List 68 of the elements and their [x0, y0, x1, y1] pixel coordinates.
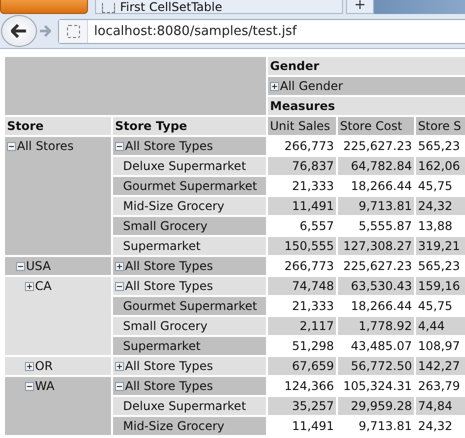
value-cell: 64,782.84 — [338, 157, 414, 175]
column-hierarchy-header: Gender — [268, 57, 465, 75]
measure-header: Unit Sales — [268, 117, 336, 135]
browser-tab[interactable]: First CellSetTable — [95, 0, 343, 14]
value-cell: 4,44 — [416, 317, 465, 335]
value-cell: 159,16 — [416, 277, 465, 295]
store-type-cell: All Store Types — [113, 277, 266, 295]
row-header: Store Type — [113, 117, 266, 135]
store-member-cell: WA — [5, 377, 111, 435]
value-cell: 35,257 — [268, 397, 336, 415]
store-type-cell: Deluxe Supermarket — [113, 157, 266, 175]
value-cell: 74,84 — [416, 397, 465, 415]
value-cell: 142,27 — [416, 357, 465, 375]
value-cell: 9,713.81 — [338, 197, 414, 215]
value-cell: 67,659 — [268, 357, 336, 375]
page-icon — [102, 3, 115, 13]
collapse-icon[interactable] — [115, 382, 124, 390]
store-type-cell: Mid-Size Grocery — [113, 197, 266, 215]
value-cell: 76,837 — [268, 157, 336, 175]
value-cell: 127,308.27 — [338, 237, 414, 255]
collapse-icon[interactable] — [25, 382, 34, 390]
address-bar[interactable]: localhost:8080/samples/test.jsf — [58, 18, 465, 44]
value-cell: 1,778.92 — [338, 317, 414, 335]
measure-header: Store Cost — [338, 117, 414, 135]
store-type-cell: Supermarket — [113, 237, 266, 255]
expand-icon[interactable] — [115, 262, 124, 270]
value-cell: 29,959.28 — [338, 397, 414, 415]
value-cell: 11,491 — [268, 197, 336, 215]
store-member-cell: OR — [5, 357, 111, 375]
store-type-cell: Small Grocery — [113, 317, 266, 335]
store-type-cell: Supermarket — [113, 337, 266, 355]
new-tab-button[interactable]: + — [346, 0, 374, 14]
site-identity-icon[interactable] — [59, 20, 88, 42]
value-cell: 319,21 — [416, 237, 465, 255]
collapse-icon[interactable] — [115, 142, 124, 150]
expand-icon[interactable] — [270, 82, 279, 90]
collapse-icon[interactable] — [7, 142, 16, 150]
column-member-cell: All Gender — [268, 77, 465, 95]
expand-icon[interactable] — [115, 362, 124, 370]
value-cell: 162,06 — [416, 157, 465, 175]
value-cell: 24,32 — [416, 197, 465, 215]
store-member-cell: USA — [5, 257, 111, 275]
store-type-cell: All Store Types — [113, 137, 266, 155]
measure-header: Store S — [416, 117, 465, 135]
store-type-cell: All Store Types — [113, 377, 266, 395]
expand-icon[interactable] — [25, 362, 34, 370]
store-type-cell: Deluxe Supermarket — [113, 397, 266, 415]
value-cell: 150,555 — [268, 237, 336, 255]
back-arrow-icon — [11, 24, 27, 38]
value-cell: 74,748 — [268, 277, 336, 295]
row-header: Store — [5, 117, 111, 135]
measures-header: Measures — [268, 97, 465, 115]
value-cell: 2,117 — [268, 317, 336, 335]
store-type-cell: Mid-Size Grocery — [113, 417, 266, 435]
expand-icon[interactable] — [25, 282, 34, 290]
collapse-icon[interactable] — [115, 282, 124, 290]
value-cell: 63,530.43 — [338, 277, 414, 295]
back-button[interactable] — [1, 15, 37, 47]
store-type-cell: All Store Types — [113, 257, 266, 275]
forward-arrow-icon — [39, 25, 51, 37]
store-member-cell: All Stores — [5, 137, 111, 255]
store-type-cell: Gourmet Supermarket — [113, 177, 266, 195]
store-member-cell: CA — [5, 277, 111, 355]
value-cell: 56,772.50 — [338, 357, 414, 375]
collapse-icon[interactable] — [16, 262, 25, 270]
store-type-cell: All Store Types — [113, 357, 266, 375]
store-type-cell: Small Grocery — [113, 217, 266, 235]
store-type-cell: Gourmet Supermarket — [113, 297, 266, 315]
